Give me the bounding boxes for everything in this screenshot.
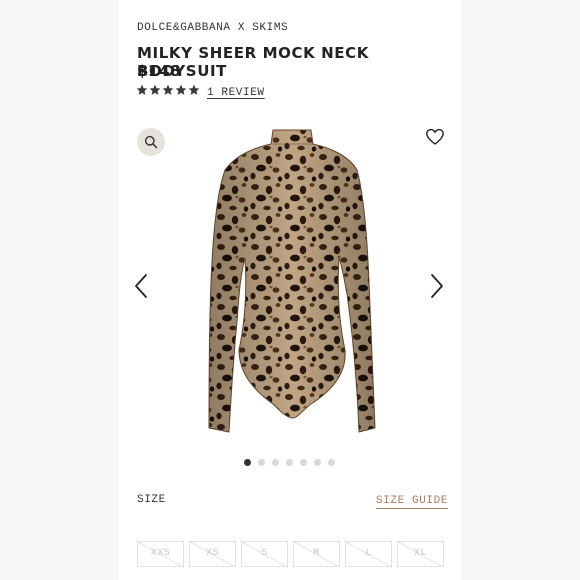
size-label: SIZE — [137, 494, 166, 506]
carousel-dot[interactable] — [300, 459, 307, 466]
star-icon — [162, 84, 174, 95]
size-option[interactable]: XS — [189, 541, 236, 567]
size-option-label: M — [313, 548, 320, 559]
prev-image-button[interactable] — [133, 273, 151, 299]
star-icon — [136, 84, 148, 95]
size-option[interactable]: L — [345, 541, 392, 567]
product-image — [208, 129, 376, 433]
product-card: DOLCE&GABBANA X SKIMS MILKY SHEER MOCK N… — [119, 0, 461, 580]
search-icon — [144, 135, 158, 149]
product-title: MILKY SHEER MOCK NECK BODYSUIT — [137, 44, 369, 80]
size-option[interactable]: M — [293, 541, 340, 567]
carousel-dot[interactable] — [244, 459, 251, 466]
wishlist-button[interactable] — [425, 127, 445, 147]
size-option[interactable]: XL — [397, 541, 444, 567]
size-option[interactable]: S — [241, 541, 288, 567]
chevron-left-icon — [135, 274, 147, 298]
size-option-label: XS — [205, 548, 219, 559]
size-option-label: L — [365, 548, 372, 559]
size-option[interactable]: XXS — [137, 541, 184, 567]
size-option-label: XL — [413, 548, 427, 559]
size-option-label: S — [261, 548, 268, 559]
product-price: $148 — [137, 62, 182, 80]
rating-stars — [136, 84, 200, 96]
carousel-dot[interactable] — [272, 459, 279, 466]
chevron-right-icon — [431, 274, 443, 298]
star-icon — [149, 84, 161, 95]
size-option-label: XXS — [150, 548, 171, 559]
carousel-dot[interactable] — [314, 459, 321, 466]
carousel-dot[interactable] — [258, 459, 265, 466]
heart-icon — [426, 128, 444, 145]
carousel-dot[interactable] — [286, 459, 293, 466]
size-guide-link[interactable]: SIZE GUIDE — [376, 495, 449, 509]
carousel-dots — [244, 459, 335, 466]
reviews-link[interactable]: 1 REVIEW — [207, 87, 265, 99]
brand-name: DOLCE&GABBANA X SKIMS — [137, 22, 289, 34]
zoom-button[interactable] — [137, 128, 165, 156]
star-icon — [175, 84, 187, 95]
star-icon — [188, 84, 200, 95]
next-image-button[interactable] — [427, 273, 445, 299]
carousel-dot[interactable] — [328, 459, 335, 466]
size-options: XXS XS S M L XL — [137, 541, 444, 567]
